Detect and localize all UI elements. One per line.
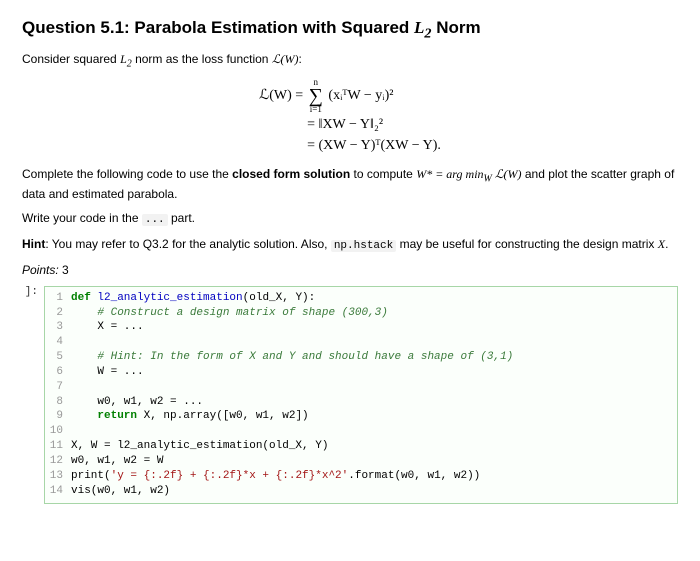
instruction-2: Write your code in the ... part. [22, 210, 678, 228]
question-title: Question 5.1: Parabola Estimation with S… [22, 18, 678, 42]
code-cell[interactable]: 1def l2_analytic_estimation(old_X, Y): 2… [44, 286, 678, 504]
points-label: Points: 3 [22, 262, 678, 278]
equation-block: ℒ(W) = n ∑ i=1 (xᵢᵀW − yᵢ)² = ‖XW − Y‖₂²… [22, 78, 678, 156]
intro-text: Consider squared L2 norm as the loss fun… [22, 52, 678, 69]
hint-text: Hint: You may refer to Q3.2 for the anal… [22, 236, 678, 254]
instruction-1: Complete the following code to use the c… [22, 166, 678, 202]
cell-prompt: ]: [22, 286, 44, 504]
